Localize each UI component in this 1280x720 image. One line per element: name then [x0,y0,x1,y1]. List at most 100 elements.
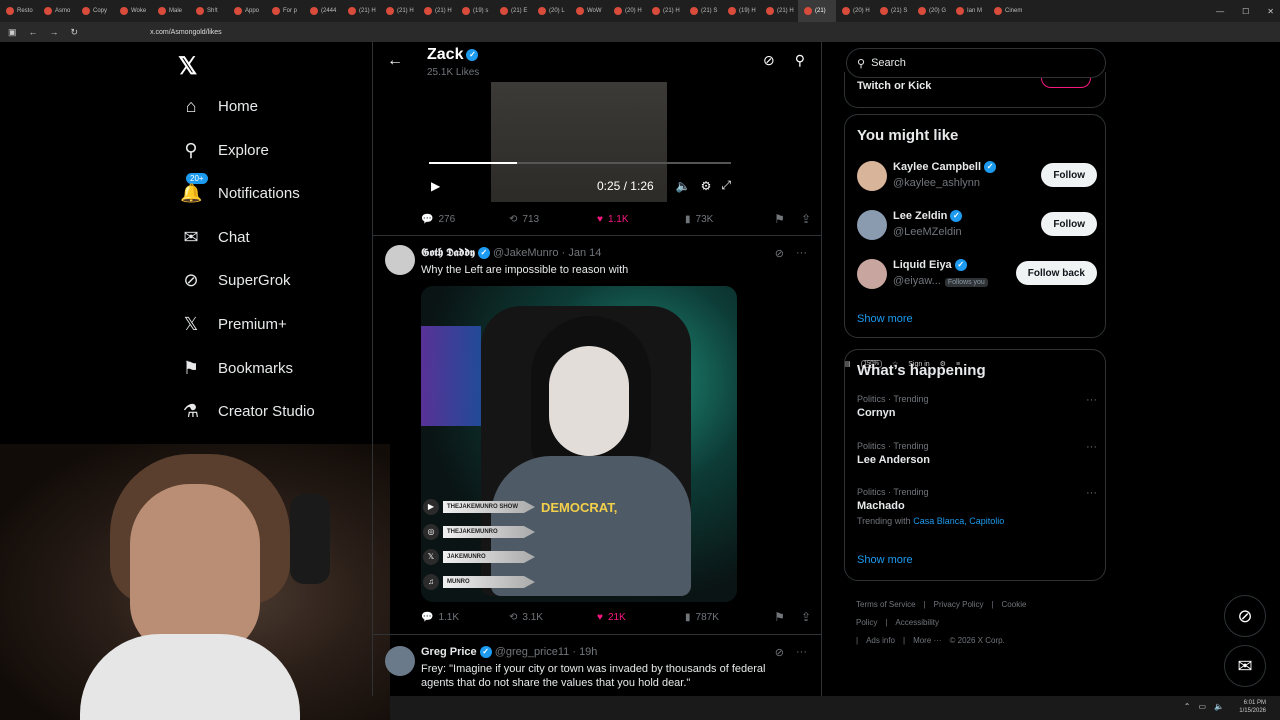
suggested-account[interactable]: Lee Zeldin ✓ @LeeMZeldin Follow [857,208,1097,242]
browser-tab[interactable]: (21) H [342,0,380,22]
chevron-up-icon[interactable]: ⌃ [1184,702,1191,711]
footer-link[interactable]: © 2026 X Corp. [950,636,1005,645]
footer-link[interactable]: Accessibility [895,618,939,627]
tweet-author[interactable]: 𝕲𝖔𝖙𝖍 𝕯𝖆𝖉𝖉𝖞 ✓ @JakeMunro · Jan 14 [421,247,601,260]
play-icon[interactable]: ▶ [431,179,440,193]
nav-item-home[interactable]: ⌂ Home [180,96,258,117]
follow-button[interactable]: Follow [1041,163,1097,187]
clock[interactable]: 6:01 PM 1/15/2026 [1239,699,1266,715]
browser-tab[interactable]: (19) H [722,0,760,22]
nav-item-explore[interactable]: ⚲ Explore [180,140,268,161]
browser-tab[interactable]: (2444 [304,0,342,22]
settings-icon[interactable]: ⚙ [701,179,712,193]
avatar[interactable] [385,646,415,676]
browser-tab[interactable]: Appo [228,0,266,22]
browser-tab[interactable]: Cinem [988,0,1026,22]
speaker-icon[interactable]: 🔈 [1214,702,1224,711]
browser-tab[interactable]: (20) L [532,0,570,22]
bookmark-icon[interactable]: ⚑ [774,212,785,226]
share-icon[interactable]: ⇪ [801,212,811,226]
browser-tab[interactable]: (21) H [380,0,418,22]
footer-link[interactable]: Privacy Policy [934,600,984,609]
fullscreen-icon[interactable]: ⤢ [721,178,731,193]
like-button[interactable]: ♥ 1.1K [597,214,685,225]
browser-tab[interactable]: (21) H [760,0,798,22]
back-arrow-icon[interactable]: ← [387,52,403,70]
browser-tab[interactable]: Sh!t [190,0,228,22]
repost-button[interactable]: ⟲ 3.1K [509,612,597,623]
browser-tab[interactable]: (19) s [456,0,494,22]
reply-button[interactable]: 💬 1.1K [421,612,509,623]
browser-tab[interactable]: Male [152,0,190,22]
x-logo-icon[interactable]: 𝕏 [178,52,197,81]
more-icon[interactable]: ··· [796,646,807,659]
nav-item-notifications[interactable]: 20+ 🔔 Notifications [180,173,300,204]
footer-link[interactable]: Ads info [866,636,895,645]
repost-button[interactable]: ⟲ 713 [509,214,597,225]
browser-tab[interactable]: For p [266,0,304,22]
trend-link[interactable]: Casa Blanca, Capitolio [913,516,1004,526]
browser-tab[interactable]: (20) H [836,0,874,22]
more-icon[interactable]: ··· [1086,394,1097,406]
like-button[interactable]: ♥ 21K [597,612,685,623]
minimize-icon[interactable]: — [1216,7,1224,16]
nav-item-creator-studio[interactable]: ⚗ Creator Studio [180,401,315,422]
search-icon[interactable]: ⚲ [795,52,805,69]
video-progress-bar[interactable] [429,162,731,164]
sidebar-toggle-icon[interactable]: ▣ [8,27,17,38]
nav-item-premium-[interactable]: 𝕏 Premium+ [180,314,287,335]
network-icon[interactable]: ▭ [1198,702,1206,711]
show-more-link[interactable]: Show more [857,554,913,566]
reply-button[interactable]: 💬 276 [421,214,509,225]
trend-item[interactable]: Politics · Trending Cornyn ··· [857,394,1097,419]
views-button[interactable]: ▮ 787K [685,612,773,623]
suggested-account[interactable]: Kaylee Campbell ✓ @kaylee_ashlynn Follow [857,159,1097,193]
views-button[interactable]: ▮ 73K [685,214,773,225]
show-more-link[interactable]: Show more [857,313,913,325]
browser-tab[interactable]: (20) G [912,0,950,22]
more-icon[interactable]: ··· [796,247,807,260]
back-icon[interactable]: ← [29,27,38,38]
reload-icon[interactable]: ↻ [71,27,79,38]
nav-item-supergrok[interactable]: ⊘ SuperGrok [180,270,290,291]
browser-tab[interactable]: (21) H [418,0,456,22]
grok-icon[interactable]: ⊘ [763,52,775,69]
maximize-icon[interactable]: ☐ [1242,7,1249,16]
follow-button[interactable]: Follow [1041,212,1097,236]
avatar[interactable] [857,259,887,289]
more-icon[interactable]: ··· [1086,441,1097,453]
browser-tab[interactable]: (20) H [608,0,646,22]
browser-tab[interactable]: Resto [0,0,38,22]
browser-tab[interactable]: Copy [76,0,114,22]
bookmark-icon[interactable]: ⚑ [774,610,785,624]
trend-item[interactable]: Politics · Trending Lee Anderson ··· [857,441,1097,466]
footer-link[interactable]: More ··· [913,636,941,645]
browser-tab[interactable]: (21) E [494,0,532,22]
browser-tab[interactable]: Ian M [950,0,988,22]
browser-tab[interactable]: (21) H [646,0,684,22]
close-window-icon[interactable]: ✕ [1267,7,1274,16]
forward-icon[interactable]: → [50,27,59,38]
browser-tab[interactable]: Asmo [38,0,76,22]
browser-tab[interactable]: (21) S [874,0,912,22]
more-icon[interactable]: ··· [1086,487,1097,499]
grok-icon[interactable]: ⊘ [775,646,784,659]
messages-fab-button[interactable]: ✉ [1224,645,1266,687]
volume-icon[interactable]: 🔈 [676,179,691,193]
suggested-account[interactable]: Liquid Eiya ✓ @eiyaw... Follows you Follow b… [857,257,1097,291]
avatar[interactable] [857,161,887,191]
url-field[interactable]: x.com/Asmongold/likes [150,29,222,36]
nav-item-chat[interactable]: ✉ Chat [180,227,249,248]
grok-icon[interactable]: ⊘ [775,247,784,260]
trend-item[interactable]: Politics · Trending Machado ··· Trending wi… [857,487,1097,526]
avatar[interactable] [385,245,415,275]
grok-fab-button[interactable]: ⊘ [1224,595,1266,637]
nav-item-bookmarks[interactable]: ⚑ Bookmarks [180,358,293,379]
browser-tab[interactable]: Woke [114,0,152,22]
search-input[interactable]: ⚲ Search [846,48,1106,78]
tweet[interactable]: Greg Price ✓ @greg_price11 · 19h ⊘ ··· Fre… [373,634,821,696]
browser-tab[interactable]: (21) [798,0,836,22]
browser-tab[interactable]: (21) S [684,0,722,22]
footer-link[interactable]: Terms of Service [856,600,916,609]
tweet-image[interactable]: DEMOCRAT, ▶ THEJAKEMUNRO SHOW ◎ THEJAKEMUNR… [421,286,737,602]
